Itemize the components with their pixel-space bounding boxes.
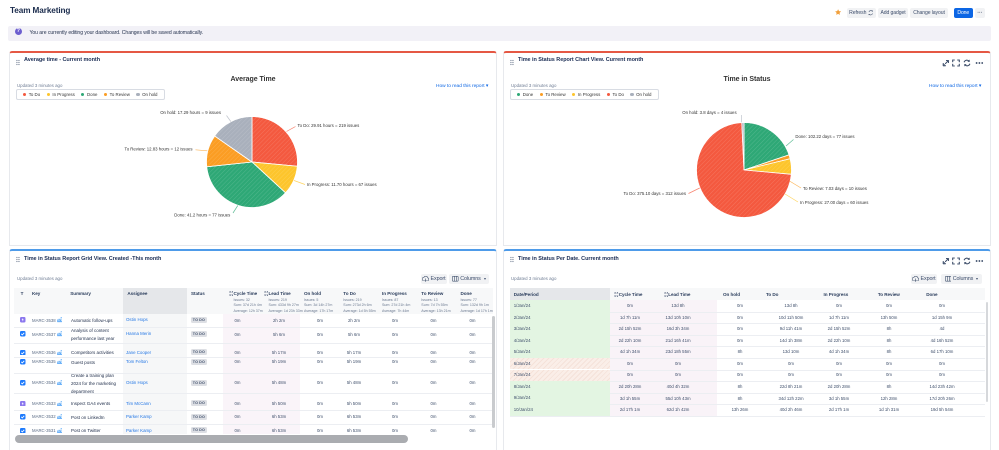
svg-text:On hold: 3.8 days = 4 issues: On hold: 3.8 days = 4 issues [682, 110, 736, 115]
svg-text:In Progress: 11.70 hours = 67: In Progress: 11.70 hours = 67 issues [307, 182, 377, 187]
svg-text:Done: 41.2 hours = 77 issues: Done: 41.2 hours = 77 issues [174, 213, 230, 218]
svg-text:On hold: 17.29 hours = 9 issue: On hold: 17.29 hours = 9 issues [160, 110, 221, 115]
svg-text:To Do: 375.10 days = 312 issue: To Do: 375.10 days = 312 issues [624, 191, 686, 196]
svg-text:Done: 102.22 days = 77 issues: Done: 102.22 days = 77 issues [795, 134, 854, 139]
svg-text:To Do: 29.91 hours = 219 issue: To Do: 29.91 hours = 219 issues [298, 123, 360, 128]
svg-text:In Progress: 27.00 days = 60 i: In Progress: 27.00 days = 60 issues [800, 200, 868, 205]
svg-text:To Review: 7.03 days = 10 issu: To Review: 7.03 days = 10 issues [803, 186, 867, 191]
svg-text:To Review: 12.83 hours = 12 is: To Review: 12.83 hours = 12 issues [125, 147, 193, 152]
